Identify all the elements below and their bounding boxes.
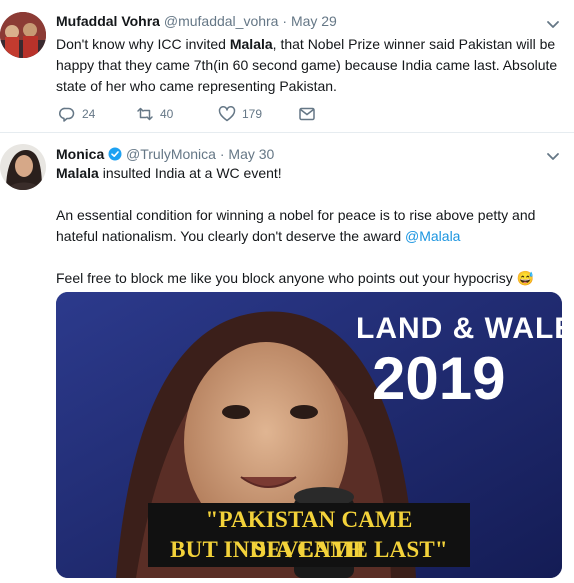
- tweet-header: Monica @TrulyMonica · May 30: [56, 146, 274, 162]
- caption-line: BUT INDIA CAME LAST": [170, 537, 448, 562]
- keyword-malala: Malala: [56, 165, 99, 181]
- text-line: hateful nationalism. You clearly don't d…: [56, 228, 461, 244]
- display-name[interactable]: Monica: [56, 146, 104, 162]
- tweet-date[interactable]: May 30: [228, 146, 274, 162]
- tweet-media-video[interactable]: LAND & WALE 2019 "PAKISTAN CAME SEVENTH …: [56, 292, 562, 578]
- text-line: Malala insulted India at a WC event!: [56, 165, 282, 181]
- chevron-down-icon[interactable]: [546, 149, 560, 163]
- separator-dot: ·: [219, 146, 225, 162]
- video-caption: "PAKISTAN CAME SEVENTH BUT INDIA CAME LA…: [148, 503, 470, 567]
- tweet-text: Malala insulted India at a WC event! An …: [56, 163, 560, 289]
- text-line: Feel free to block me like you block any…: [56, 270, 535, 286]
- avatar[interactable]: [0, 144, 46, 190]
- verified-badge-icon: [108, 147, 122, 161]
- mention-link[interactable]: @Malala: [405, 228, 460, 244]
- user-handle[interactable]: @TrulyMonica: [126, 146, 216, 162]
- text-line: An essential condition for winning a nob…: [56, 207, 536, 223]
- grinning-sweat-emoji: 😅: [516, 270, 535, 286]
- event-banner-text: LAND & WALE: [356, 312, 562, 345]
- avatar-image: [0, 144, 46, 190]
- event-banner-year: 2019: [372, 345, 506, 412]
- tweet[interactable]: Monica @TrulyMonica · May 30 Malala insu…: [0, 0, 574, 583]
